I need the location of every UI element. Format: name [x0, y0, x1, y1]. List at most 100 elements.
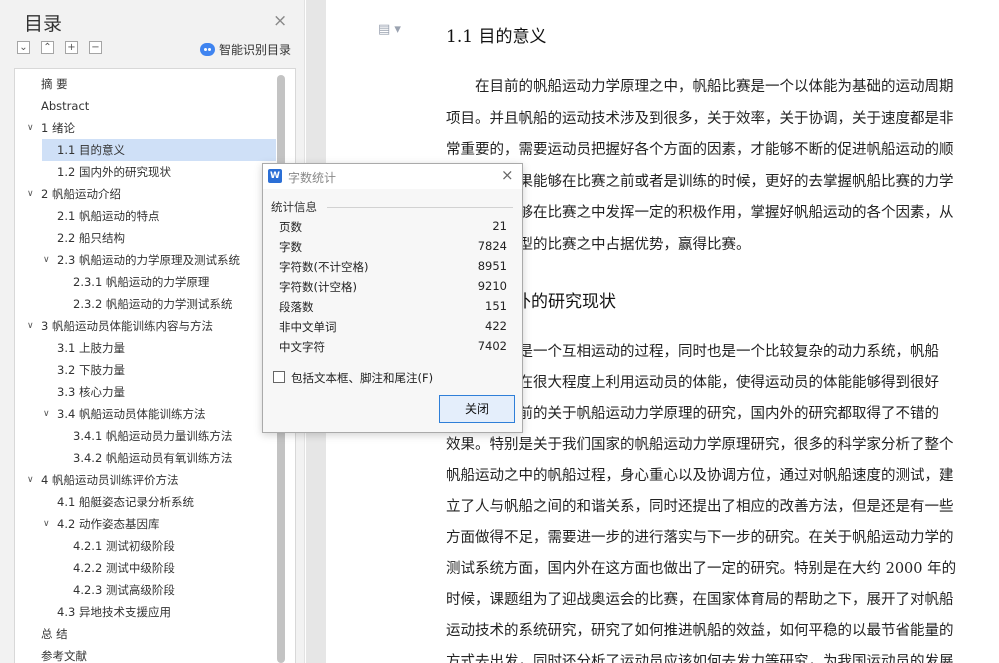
toc-item-label: 参考文献: [41, 649, 87, 663]
toc-item[interactable]: 3.4.1 帆船运动员力量训练方法: [58, 425, 276, 447]
toc-item-label: 2.3 帆船运动的力学原理及测试系统: [57, 253, 240, 267]
toc-item[interactable]: ∨ 2 帆船运动介绍: [26, 183, 276, 205]
document-page: 1.1 目的意义 在目前的帆船运动力学原理之中，帆船比赛是一个以体能为基础的运动…: [446, 0, 999, 663]
toc-item[interactable]: Abstract: [26, 95, 276, 117]
toc-item-label: 3.4.1 帆船运动员力量训练方法: [73, 429, 233, 443]
toc-item-label: 1.2 国内外的研究现状: [57, 165, 171, 179]
smart-toc-button[interactable]: 智能识别目录: [200, 40, 291, 58]
toc-item-label: 4.1 船艇姿态记录分析系统: [57, 495, 194, 509]
toc-item[interactable]: 4.1 船艇姿态记录分析系统: [42, 491, 276, 513]
toc-item[interactable]: ∨ 2.3 帆船运动的力学原理及测试系统: [42, 249, 276, 271]
toc-item[interactable]: 2.1 帆船运动的特点: [42, 205, 276, 227]
nav-close-icon[interactable]: ×: [273, 11, 287, 31]
text-line: 时候，课题组为了迎战奥运会的比赛，在国家体育局的帮助之下，展开了对帆船: [446, 592, 954, 608]
include-textbox-checkbox[interactable]: [273, 371, 285, 383]
chevron-down-icon[interactable]: ∨: [43, 249, 55, 271]
ai-robot-icon: [200, 42, 215, 56]
chevron-down-icon[interactable]: ∨: [43, 513, 55, 535]
toc-item[interactable]: 2.2 船只结构: [42, 227, 276, 249]
chevron-down-icon[interactable]: ∨: [43, 403, 55, 425]
dialog-titlebar[interactable]: W 字数统计 ×: [263, 164, 522, 189]
toc-item-label: 2.3.2 帆船运动的力学测试系统: [73, 297, 233, 311]
include-textbox-label[interactable]: 包括文本框、脚注和尾注(F): [291, 370, 433, 386]
toc-item-label: 1 绪论: [41, 121, 75, 135]
toc-item[interactable]: 3.4.2 帆船运动员有氧训练方法: [58, 447, 276, 469]
toc-item[interactable]: 摘 要: [26, 73, 276, 95]
toc-item-label: 3.1 上肢力量: [57, 341, 125, 355]
text-line: 帆船运动之中的帆船过程，身心重心以及协调方位，通过对帆船速度的测试，建: [446, 468, 954, 484]
remove-heading-icon[interactable]: −: [89, 41, 102, 54]
toc-item[interactable]: ∨ 1 绪论: [26, 117, 276, 139]
stats-group-label: 统计信息: [271, 200, 317, 214]
text-line: 运动技术的系统研究，研究了如何推进帆船的效益，如何平稳的以最节省能量的: [446, 623, 954, 639]
toc-item-label: 2.3.1 帆船运动的力学原理: [73, 275, 210, 289]
toc-item-label: 3.3 核心力量: [57, 385, 125, 399]
close-button[interactable]: 关闭: [439, 395, 515, 423]
toc-item-label: 2 帆船运动介绍: [41, 187, 121, 201]
stat-value: 151: [485, 299, 507, 313]
stat-label: 字数: [279, 240, 302, 254]
toc-item-label: 1.1 目的意义: [57, 143, 125, 157]
toc-item-label: 4.2.2 测试中级阶段: [73, 561, 175, 575]
collapse-all-icon[interactable]: ⌃: [41, 41, 54, 54]
stat-value: 7402: [477, 339, 507, 353]
stat-value: 21: [492, 219, 507, 233]
toc-item-label: 3.4 帆船运动员体能训练方法: [57, 407, 206, 421]
toc-item[interactable]: ∨ 4.2 动作姿态基因库: [42, 513, 276, 535]
toc-item-label: 3.4.2 帆船运动员有氧训练方法: [73, 451, 233, 465]
stat-value: 422: [485, 319, 507, 333]
toc-item[interactable]: 1.1 目的意义: [42, 139, 276, 161]
chevron-down-icon[interactable]: ∨: [27, 469, 39, 491]
stat-label: 字符数(计空格): [279, 280, 357, 294]
page-menu-icon[interactable]: ▤ ▾: [378, 22, 401, 37]
nav-title: 目录: [24, 13, 63, 35]
stat-label: 字符数(不计空格): [279, 260, 369, 274]
toc-item[interactable]: 4.3 异地技术支援应用: [42, 601, 276, 623]
text-line: 方式去出发，同时还分析了运动员应该如何去发力等研究，为我国运动员的发展: [446, 654, 954, 663]
word-count-dialog: W 字数统计 × 统计信息 页数 21 字数 7824 字符数(不计空格) 8951 字符数…: [262, 163, 523, 433]
stat-value: 8951: [477, 259, 507, 273]
toc-item-label: 2.1 帆船运动的特点: [57, 209, 160, 223]
toc-item[interactable]: 总 结: [26, 623, 276, 645]
stat-label: 非中文单词: [279, 320, 337, 334]
group-divider: [327, 207, 513, 208]
toc-item[interactable]: 参考文献: [26, 645, 276, 663]
toc-item-label: 摘 要: [41, 77, 68, 91]
toc-item-label: 总 结: [41, 627, 68, 641]
toc-item[interactable]: ∨ 3.4 帆船运动员体能训练方法: [42, 403, 276, 425]
expand-all-icon[interactable]: ⌄: [17, 41, 30, 54]
add-heading-icon[interactable]: +: [65, 41, 78, 54]
toc-item[interactable]: 2.3.2 帆船运动的力学测试系统: [58, 293, 276, 315]
toc-item-label: 4.2.1 测试初级阶段: [73, 539, 175, 553]
stat-label: 中文字符: [279, 340, 325, 354]
toc-item[interactable]: 3.2 下肢力量: [42, 359, 276, 381]
toc-item-label: 4 帆船运动员训练评价方法: [41, 473, 179, 487]
toc-item-label: 4.3 异地技术支援应用: [57, 605, 171, 619]
toc-item[interactable]: ∨ 4 帆船运动员训练评价方法: [26, 469, 276, 491]
toc-item[interactable]: 4.2.2 测试中级阶段: [58, 557, 276, 579]
smart-toc-label: 智能识别目录: [219, 42, 292, 57]
wps-app-icon: W: [268, 169, 282, 183]
toc-item[interactable]: 1.2 国内外的研究现状: [42, 161, 276, 183]
text-line: 立了人与帆船之间的和谐关系，同时还提出了相应的改善方法，但是还是有一些: [446, 499, 954, 515]
chevron-down-icon[interactable]: ∨: [27, 117, 39, 139]
text-line: 项目。并且帆船的运动技术涉及到很多，关于效率，关于协调，关于速度都是非: [446, 110, 954, 127]
toc-item-label: Abstract: [41, 99, 90, 113]
dialog-close-icon[interactable]: ×: [501, 166, 514, 184]
text-line: 常重要的，需要运动员把握好各个方面的因素，才能够不断的促进帆船运动的顺: [446, 142, 954, 158]
toc-item-label: 4.2 动作姿态基因库: [57, 517, 160, 531]
toc-item[interactable]: ∨ 3 帆船运动员体能训练内容与方法: [26, 315, 276, 337]
toc-item[interactable]: 4.2.3 测试高级阶段: [58, 579, 276, 601]
chevron-down-icon[interactable]: ∨: [27, 315, 39, 337]
toc-item[interactable]: 3.1 上肢力量: [42, 337, 276, 359]
toc-item-label: 3 帆船运动员体能训练内容与方法: [41, 319, 213, 333]
chevron-down-icon[interactable]: ∨: [27, 183, 39, 205]
toc-item[interactable]: 4.2.1 测试初级阶段: [58, 535, 276, 557]
toc-item-label: 4.2.3 测试高级阶段: [73, 583, 175, 597]
toc-item[interactable]: 3.3 核心力量: [42, 381, 276, 403]
toc-item[interactable]: 2.3.1 帆船运动的力学原理: [58, 271, 276, 293]
stat-label: 段落数: [279, 300, 314, 314]
stat-value: 9210: [477, 279, 507, 293]
text-line: 在目前的帆船运动力学原理之中，帆船比赛是一个以体能为基础的运动周期: [446, 79, 954, 95]
toc-item-label: 3.2 下肢力量: [57, 363, 125, 377]
